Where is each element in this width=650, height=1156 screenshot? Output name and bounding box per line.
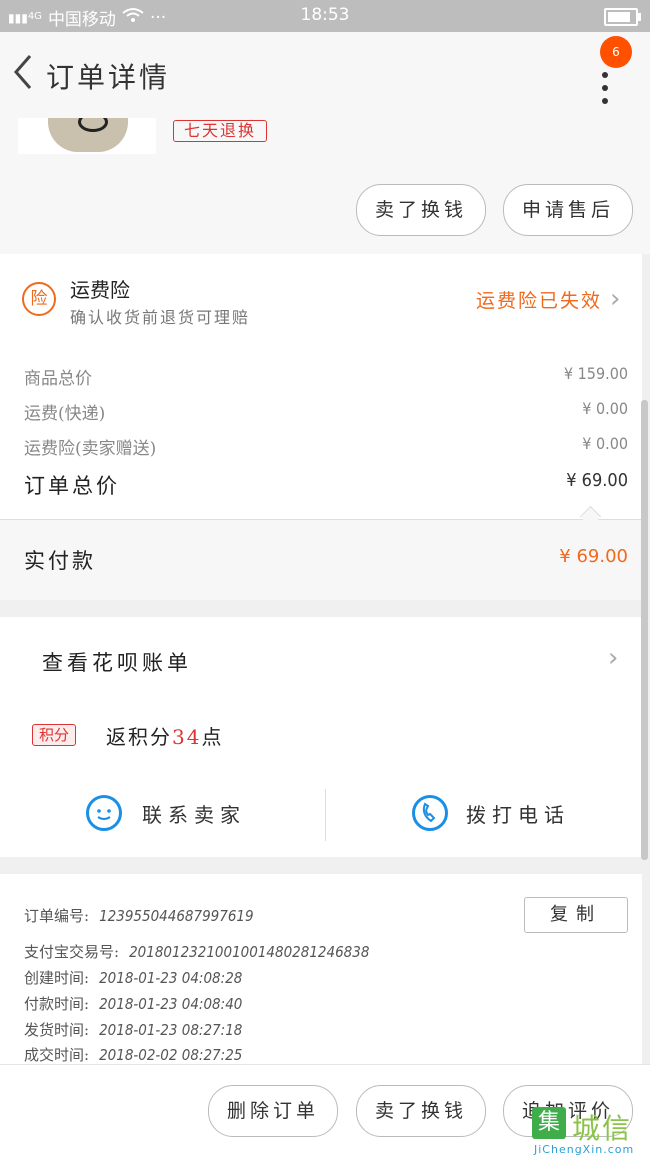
order-total-row: 订单总价 ¥ 69.00 bbox=[24, 470, 628, 498]
after-sales-button[interactable]: 申请售后 bbox=[503, 184, 633, 236]
insurance-subtitle: 确认收货前退货可理赔 bbox=[70, 308, 251, 327]
chat-icon bbox=[86, 795, 122, 831]
bill-and-contact-section: 查看花呗账单 › 积分 返积分34点 联系卖家 拨打电话 bbox=[0, 617, 642, 857]
order-info-line: 创建时间: 2018-01-23 04:08:28 bbox=[24, 969, 243, 987]
points-tag: 积分 bbox=[32, 724, 76, 746]
page-title: 订单详情 bbox=[46, 61, 171, 94]
sell-button[interactable]: 卖了换钱 bbox=[356, 1085, 486, 1137]
order-total-value: ¥ 69.00 bbox=[566, 470, 628, 491]
paid-amount-row: 实付款 ¥ 69.00 bbox=[0, 520, 642, 600]
price-value: ¥ 0.00 bbox=[582, 399, 628, 418]
price-breakdown: 商品总价 ¥ 159.00 运费(快递) ¥ 0.00 运费险(卖家赠送) ¥ … bbox=[0, 340, 642, 520]
clock: 18:53 bbox=[300, 5, 350, 25]
price-row: 运费险(卖家赠送) ¥ 0.00 bbox=[24, 434, 628, 462]
return-policy-tag: 七天退换 bbox=[173, 120, 268, 142]
order-info-section: 订单编号: 123955044687997619 支付宝交易号: 201801232… bbox=[0, 874, 642, 1064]
shipping-insurance-row[interactable]: 险 运费险 确认收货前退货可理赔 运费险已失效 › bbox=[0, 254, 642, 340]
product-thumbnail[interactable] bbox=[18, 118, 156, 154]
price-row: 商品总价 ¥ 159.00 bbox=[24, 364, 628, 392]
sell-button[interactable]: 卖了换钱 bbox=[356, 184, 486, 236]
contact-seller-label: 联系卖家 bbox=[142, 803, 246, 827]
order-info-line: 支付宝交易号: 2018012321001001480281246838 bbox=[24, 943, 370, 961]
order-total-label: 订单总价 bbox=[24, 474, 120, 498]
chevron-right-icon: › bbox=[608, 643, 619, 673]
price-value: ¥ 159.00 bbox=[563, 364, 628, 383]
delete-order-button[interactable]: 删除订单 bbox=[208, 1085, 338, 1137]
order-info-line: 成交时间: 2018-02-02 08:27:25 bbox=[24, 1046, 243, 1064]
price-label: 运费险(卖家赠送) bbox=[24, 439, 157, 459]
phone-icon bbox=[412, 795, 448, 831]
more-menu-icon[interactable] bbox=[598, 72, 612, 111]
copy-button[interactable]: 复制 bbox=[524, 897, 628, 933]
insurance-icon: 险 bbox=[22, 282, 56, 316]
price-row: 运费(快递) ¥ 0.00 bbox=[24, 399, 628, 427]
scrollbar[interactable] bbox=[641, 400, 648, 860]
status-bar: ▮▮▮4G 中国移动 ··· 18:53 bbox=[0, 0, 650, 32]
paid-label: 实付款 bbox=[24, 549, 96, 573]
call-phone-button[interactable]: 拨打电话 bbox=[412, 789, 612, 841]
paid-value: ¥ 69.00 bbox=[559, 546, 628, 567]
order-info-line: 付款时间: 2018-01-23 04:08:40 bbox=[24, 995, 243, 1013]
product-card: 七天退换 卖了换钱 申请售后 bbox=[0, 118, 650, 254]
view-huabei-bill-link[interactable]: 查看花呗账单 bbox=[42, 647, 192, 677]
order-info-line: 发货时间: 2018-01-23 08:27:18 bbox=[24, 1021, 243, 1039]
contact-seller-button[interactable]: 联系卖家 bbox=[86, 789, 286, 841]
order-number: 123955044687997619 bbox=[99, 907, 254, 925]
call-phone-label: 拨打电话 bbox=[466, 803, 570, 827]
points-number: 34 bbox=[172, 725, 202, 749]
insurance-status: 运费险已失效 bbox=[475, 290, 602, 312]
notification-badge: 6 bbox=[600, 36, 632, 68]
insurance-title: 运费险 bbox=[70, 278, 130, 302]
order-info-line: 订单编号: 123955044687997619 bbox=[24, 907, 254, 925]
watermark-logo: 集 城信 JiChengXin.com bbox=[532, 1105, 650, 1156]
divider-vertical bbox=[325, 789, 326, 841]
back-icon[interactable] bbox=[10, 52, 36, 99]
price-label: 运费(快递) bbox=[24, 404, 106, 424]
price-value: ¥ 0.00 bbox=[582, 434, 628, 453]
price-label: 商品总价 bbox=[24, 369, 92, 389]
battery-icon bbox=[604, 8, 641, 26]
points-reward: 返积分34点 bbox=[106, 725, 224, 749]
chevron-right-icon: › bbox=[610, 284, 621, 314]
nav-header: 订单详情 6 bbox=[0, 32, 650, 118]
